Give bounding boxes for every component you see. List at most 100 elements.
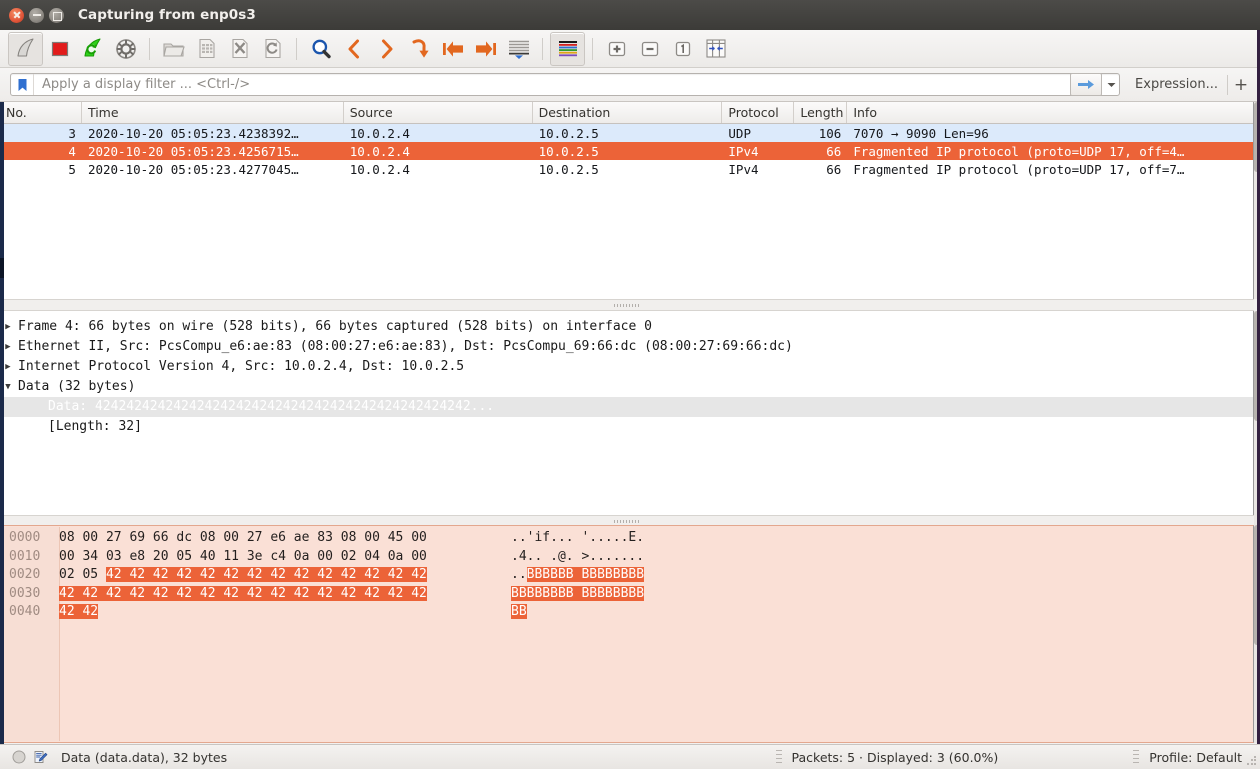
zoom-reset-button[interactable] (666, 33, 699, 65)
table-row[interactable]: 4 2020-10-20 05:05:23.4256715… 10.0.2.4 … (0, 142, 1253, 160)
display-filter-placeholder[interactable]: Apply a display filter ... <Ctrl-/> (34, 77, 1070, 92)
save-file-button[interactable] (190, 33, 223, 65)
detail-row-ipv4[interactable]: ▶ Internet Protocol Version 4, Src: 10.0… (0, 357, 1253, 377)
pane-splitter-list-details[interactable] (0, 299, 1254, 311)
bytes-hex: 42 42 42 42 42 42 42 42 42 42 42 42 42 4… (59, 585, 511, 604)
column-header-info[interactable]: Info (847, 102, 1253, 123)
bytes-row[interactable]: 0000 08 00 27 69 66 dc 08 00 27 e6 ae 83… (1, 529, 1253, 548)
restart-capture-button[interactable] (76, 33, 109, 65)
detail-row-ethernet[interactable]: ▶ Ethernet II, Src: PcsCompu_e6:ae:83 (0… (0, 337, 1253, 357)
bookmark-glyph-icon (18, 78, 26, 91)
resize-columns-button[interactable] (699, 33, 732, 65)
detail-row-label: Frame 4: 66 bytes on wire (528 bits), 66… (18, 319, 652, 334)
bookmark-icon[interactable] (11, 74, 34, 95)
colorize-packets-icon (558, 40, 577, 56)
table-row[interactable]: 5 2020-10-20 05:05:23.4277045… 10.0.2.4 … (0, 160, 1253, 178)
window-left-handle[interactable] (0, 258, 4, 278)
expert-info-glyph-icon (12, 750, 26, 764)
packet-list-header[interactable]: No. Time Source Destination Protocol Len… (0, 102, 1253, 124)
bytes-hex: 08 00 27 69 66 dc 08 00 27 e6 ae 83 08 0… (59, 529, 511, 548)
cell-length: 106 (818, 125, 842, 141)
zoom-out-icon (641, 41, 658, 56)
colorize-button[interactable] (550, 31, 585, 66)
bytes-hex-highlighted: 42 42 (59, 604, 99, 619)
expression-button[interactable]: Expression... (1124, 77, 1227, 92)
column-header-destination[interactable]: Destination (533, 102, 723, 123)
maximize-window-button[interactable] (49, 7, 64, 23)
apply-filter-button[interactable] (1070, 73, 1103, 96)
zoom-in-button[interactable] (600, 33, 633, 65)
packet-bytes-pane[interactable]: 0000 08 00 27 69 66 dc 08 00 27 e6 ae 83… (0, 525, 1254, 743)
column-header-protocol[interactable]: Protocol (722, 102, 795, 123)
close-file-icon (231, 38, 248, 59)
column-header-time[interactable]: Time (82, 102, 344, 123)
go-back-button[interactable] (337, 33, 370, 65)
cell-no: 3 (68, 125, 76, 141)
cell-info: Fragmented IP protocol (proto=UDP 17, of… (853, 161, 1185, 177)
bytes-offset: 0040 (9, 604, 41, 619)
bytes-ascii: .4.. .@. >....... (511, 548, 644, 567)
detail-row-data[interactable]: ▼ Data (32 bytes) (0, 377, 1253, 397)
find-packet-button[interactable] (304, 33, 337, 65)
stop-square-icon (51, 41, 68, 56)
chevron-left-icon (348, 39, 359, 58)
packet-list-pane[interactable]: No. Time Source Destination Protocol Len… (0, 102, 1254, 299)
filter-dropdown-button[interactable] (1103, 82, 1119, 88)
reload-file-button[interactable] (256, 33, 289, 65)
go-first-icon (442, 40, 463, 57)
magnifier-icon (311, 39, 331, 58)
bytes-ascii-highlighted: BBBBBBBB BBBBBBBB (511, 585, 645, 601)
bytes-hex: 02 05 42 42 42 42 42 42 42 42 42 42 42 4… (59, 566, 511, 585)
splitter-grip (614, 519, 640, 523)
column-header-no[interactable]: No. (0, 102, 82, 123)
detail-row-length[interactable]: [Length: 32] (0, 417, 1253, 437)
auto-scroll-button[interactable] (502, 33, 535, 65)
close-window-button[interactable] (9, 7, 24, 23)
status-profile[interactable]: Profile: Default (1149, 750, 1242, 765)
open-file-button[interactable] (157, 33, 190, 65)
close-file-button[interactable] (223, 33, 256, 65)
bytes-ascii: BBBBBBBB BBBBBBBB (511, 585, 645, 604)
zoom-in-icon (608, 41, 625, 56)
start-capture-button[interactable] (8, 31, 43, 66)
bytes-row[interactable]: 0040 42 42 BB (1, 603, 1253, 622)
table-row[interactable]: 3 2020-10-20 05:05:23.4238392… 10.0.2.4 … (0, 124, 1253, 142)
column-header-length[interactable]: Length (794, 102, 848, 123)
minimize-window-button[interactable] (29, 7, 44, 23)
detail-row-data-bytes[interactable]: Data: 4242424242424242424242424242424242… (0, 397, 1253, 417)
packet-details-pane[interactable]: ▶ Frame 4: 66 bytes on wire (528 bits), … (0, 311, 1254, 525)
status-bar: Data (data.data), 32 bytes Packets: 5 · … (0, 744, 1260, 769)
bytes-hex-highlighted: 42 42 42 42 42 42 42 42 42 42 42 42 42 4… (105, 567, 427, 582)
status-separator-2[interactable] (1133, 749, 1140, 765)
capture-comment-icon[interactable] (33, 750, 48, 765)
add-filter-button[interactable]: + (1228, 75, 1254, 95)
bytes-row[interactable]: 0020 02 05 42 42 42 42 42 42 42 42 42 42… (1, 566, 1253, 585)
main-toolbar (0, 30, 1260, 68)
column-header-source[interactable]: Source (344, 102, 533, 123)
zoom-out-button[interactable] (633, 33, 666, 65)
bytes-hex: 42 42 (59, 603, 511, 622)
window-controls (9, 7, 64, 23)
resize-grip[interactable] (1246, 755, 1258, 767)
save-file-icon (198, 38, 215, 59)
window-left-edge (0, 102, 4, 744)
status-packet-counts: Packets: 5 · Displayed: 3 (60.0%) (791, 749, 999, 765)
capture-options-button[interactable] (109, 33, 142, 65)
bytes-row[interactable]: 0030 42 42 42 42 42 42 42 42 42 42 42 42… (1, 585, 1253, 604)
detail-row-label: Internet Protocol Version 4, Src: 10.0.2… (18, 359, 465, 374)
bytes-row[interactable]: 0010 00 34 03 e8 20 05 40 11 3e c4 0a 00… (1, 548, 1253, 567)
stop-capture-button[interactable] (43, 33, 76, 65)
expert-info-circle-icon[interactable] (12, 750, 26, 764)
display-filter-input-wrap[interactable]: Apply a display filter ... <Ctrl-/> (10, 73, 1121, 96)
status-separator-1[interactable] (775, 749, 782, 765)
go-to-first-button[interactable] (436, 33, 469, 65)
go-to-packet-button[interactable] (403, 33, 436, 65)
cell-info: 7070 → 9090 Len=96 (853, 125, 989, 141)
cell-time: 2020-10-20 05:05:23.4238392… (87, 125, 299, 141)
bytes-ascii-plain: .4.. .@. >....... (511, 548, 645, 564)
cell-no: 4 (68, 143, 76, 159)
detail-row-frame[interactable]: ▶ Frame 4: 66 bytes on wire (528 bits), … (0, 317, 1253, 337)
go-to-last-button[interactable] (469, 33, 502, 65)
go-forward-button[interactable] (370, 33, 403, 65)
bytes-offset: 0010 (9, 548, 41, 564)
